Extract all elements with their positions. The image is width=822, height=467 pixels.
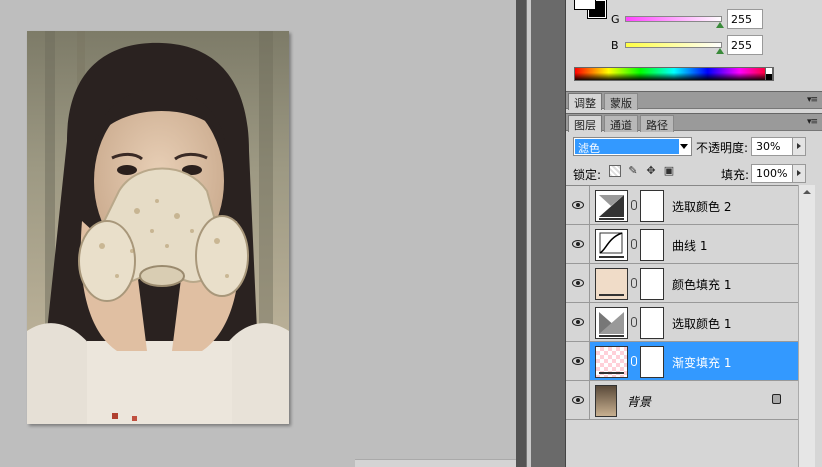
blend-mode-select[interactable]: 滤色 xyxy=(573,137,692,156)
document-canvas[interactable] xyxy=(0,0,525,467)
solid-color-icon xyxy=(599,294,624,296)
color-spectrum-bar[interactable] xyxy=(574,67,774,81)
lock-move-icon[interactable]: ✥ xyxy=(645,165,657,177)
slider-g: G 255 xyxy=(566,9,822,31)
eye-icon xyxy=(572,279,584,287)
opacity-arrow-button[interactable] xyxy=(792,137,806,156)
opacity-label: 不透明度: xyxy=(696,141,749,155)
eye-icon xyxy=(572,201,584,209)
tab-masks[interactable]: 蒙版 xyxy=(604,93,638,110)
b-value-input[interactable]: 255 xyxy=(727,35,763,55)
opacity-input[interactable]: 30% xyxy=(751,137,793,156)
layer-mask-thumbnail[interactable] xyxy=(640,190,664,222)
g-slider-thumb[interactable] xyxy=(716,22,724,28)
layer-mask-thumbnail[interactable] xyxy=(640,268,664,300)
lock-label: 锁定: xyxy=(573,168,602,182)
selective-color-thumbnail xyxy=(595,307,628,339)
g-slider-bar[interactable] xyxy=(625,16,722,22)
lock-all-icon[interactable]: ▣ xyxy=(663,165,675,177)
layer-mask-thumbnail[interactable] xyxy=(640,229,664,261)
lock-icons: ✎ ✥ ▣ xyxy=(609,165,675,179)
visibility-toggle[interactable] xyxy=(566,342,590,380)
layer-row-background[interactable]: 背景 xyxy=(566,381,798,420)
selective-color-icon xyxy=(599,195,624,220)
visibility-toggle[interactable] xyxy=(566,303,590,341)
link-icon[interactable] xyxy=(631,239,637,249)
panel-dock-column xyxy=(531,0,565,467)
layer-name[interactable]: 曲线 1 xyxy=(672,237,707,254)
scroll-up-icon[interactable] xyxy=(803,190,811,194)
fill-label: 填充: xyxy=(721,168,750,182)
photo-woman-with-mask[interactable] xyxy=(27,31,289,424)
status-strip xyxy=(355,459,525,467)
lock-icon xyxy=(772,394,781,404)
selective-color-icon xyxy=(599,312,624,337)
tab-layers[interactable]: 图层 xyxy=(568,115,602,132)
layer-row[interactable]: 曲线 1 xyxy=(566,225,798,264)
b-slider-bar[interactable] xyxy=(625,42,722,48)
link-icon[interactable] xyxy=(631,278,637,288)
link-icon[interactable] xyxy=(631,317,637,327)
eye-icon xyxy=(572,396,584,404)
lock-transparency-icon[interactable] xyxy=(609,165,621,177)
eye-icon xyxy=(572,357,584,365)
chevron-down-icon xyxy=(680,144,688,149)
lock-brush-icon[interactable]: ✎ xyxy=(627,165,639,177)
visibility-toggle[interactable] xyxy=(566,186,590,224)
layers-scrollbar[interactable] xyxy=(798,185,815,467)
layer-name[interactable]: 颜色填充 1 xyxy=(672,276,731,293)
layer-name[interactable]: 背景 xyxy=(627,393,651,410)
slider-b: B 255 xyxy=(566,35,822,57)
layer-row[interactable]: 选取颜色 2 xyxy=(566,186,798,225)
visibility-toggle[interactable] xyxy=(566,225,590,263)
visibility-toggle[interactable] xyxy=(566,264,590,302)
background-thumbnail xyxy=(595,385,617,417)
solid-color-thumbnail xyxy=(595,268,628,300)
eye-icon xyxy=(572,318,584,326)
tab-adjustments[interactable]: 调整 xyxy=(568,93,602,110)
curves-icon xyxy=(599,232,624,258)
g-value-input[interactable]: 255 xyxy=(727,9,763,29)
tab-channels[interactable]: 通道 xyxy=(604,115,638,132)
layer-name[interactable]: 渐变填充 1 xyxy=(672,354,731,371)
blend-mode-value: 滤色 xyxy=(575,139,679,155)
black-white-swatch[interactable] xyxy=(765,67,773,81)
panel-menu-icon[interactable]: ▾≡ xyxy=(807,117,818,127)
layers-tabbar: 图层 通道 路径 ▾≡ xyxy=(566,113,822,132)
gradient-fill-thumbnail xyxy=(595,346,628,378)
layer-name[interactable]: 选取颜色 2 xyxy=(672,198,731,215)
tab-paths[interactable]: 路径 xyxy=(640,115,674,132)
layer-mask-thumbnail[interactable] xyxy=(640,346,664,378)
link-icon[interactable] xyxy=(631,356,637,366)
visibility-toggle[interactable] xyxy=(566,381,590,419)
layer-row-selected[interactable]: 渐变填充 1 xyxy=(566,342,798,381)
layers-list: 选取颜色 2 曲线 1 颜色填充 1 选取颜色 1 渐变填充 1 背景 xyxy=(566,185,798,467)
panel-edge xyxy=(815,185,822,467)
selective-color-thumbnail xyxy=(595,190,628,222)
color-panel: G 255 B 255 xyxy=(566,0,822,90)
photo-image xyxy=(27,31,289,424)
layer-row[interactable]: 颜色填充 1 xyxy=(566,264,798,303)
layer-row[interactable]: 选取颜色 1 xyxy=(566,303,798,342)
eye-icon xyxy=(572,240,584,248)
link-icon[interactable] xyxy=(631,200,637,210)
fill-arrow-button[interactable] xyxy=(792,164,806,183)
layer-name[interactable]: 选取颜色 1 xyxy=(672,315,731,332)
right-panel: G 255 B 255 调整 蒙版 ▾≡ 图层 通道 路径 ▾≡ 滤色 不透明度… xyxy=(565,0,822,467)
layer-mask-thumbnail[interactable] xyxy=(640,307,664,339)
b-slider-thumb[interactable] xyxy=(716,48,724,54)
panel-divider xyxy=(516,0,526,467)
panel-menu-icon[interactable]: ▾≡ xyxy=(807,95,818,105)
gradient-fill-icon xyxy=(599,372,624,374)
adjustments-tabbar: 调整 蒙版 ▾≡ xyxy=(566,91,822,110)
slider-b-label: B xyxy=(611,39,619,52)
slider-g-label: G xyxy=(611,13,620,26)
curves-thumbnail xyxy=(595,229,628,261)
fill-input[interactable]: 100% xyxy=(751,164,793,183)
